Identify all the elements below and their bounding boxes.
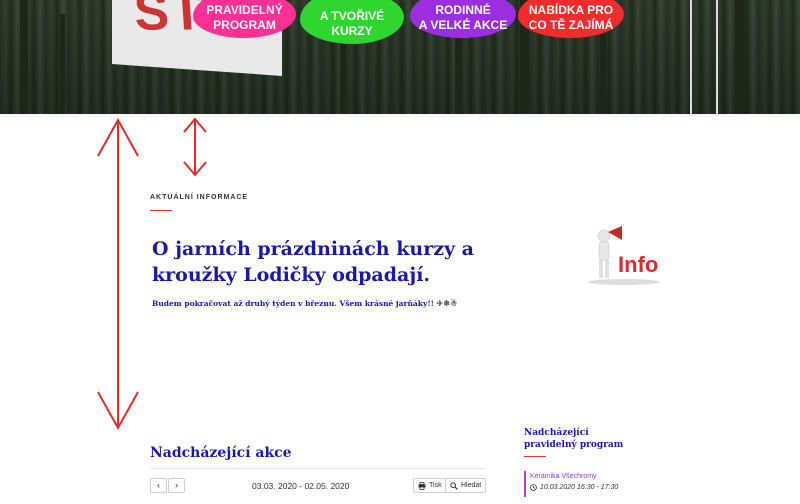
- program-underline: [524, 456, 546, 457]
- menu-line: PROGRAM: [213, 18, 276, 32]
- events-heading: Nadcházející akce: [150, 445, 292, 461]
- clock-icon: [530, 484, 537, 491]
- print-button[interactable]: Tisk: [413, 478, 447, 493]
- section-underline: [150, 210, 172, 211]
- menu-creative-courses[interactable]: A TVOŘIVÉ KURZY: [300, 0, 404, 44]
- news-subline: Budem pokračovat až druhý týden v březnu…: [152, 298, 457, 308]
- prev-button[interactable]: ‹: [150, 478, 167, 493]
- search-label: Hledat: [461, 482, 482, 489]
- news-subline-text: Budem pokračovat až druhý týden v březnu…: [152, 299, 434, 308]
- tree-trunk: [340, 34, 346, 114]
- menu-line: A VELKÉ AKCE: [418, 18, 508, 32]
- pole: [690, 0, 692, 114]
- program-item[interactable]: Keramika Všechromy 10.03.2020 16:30 - 17…: [524, 471, 654, 497]
- menu-line: PRAVIDELNÝ: [206, 3, 283, 17]
- program-item-name[interactable]: Keramika Všechromy: [530, 473, 654, 480]
- tree-trunk: [735, 0, 745, 114]
- section-label: AKTUÁLNÍ INFORMACE: [150, 194, 249, 201]
- emoji-icons: ✈❄☃: [436, 298, 458, 308]
- double-arrow-short-icon: [183, 117, 207, 177]
- menu-family-events[interactable]: RODINNÉ A VELKÉ AKCE: [410, 0, 516, 38]
- program-item-time-text: 10.03.2020 16:30 - 17:30: [540, 484, 619, 491]
- menu-line: NABÍDKA PRO: [528, 3, 614, 17]
- program-item-time: 10.03.2020 16:30 - 17:30: [530, 484, 654, 491]
- info-image-text: Info: [618, 252, 658, 277]
- menu-line: CO TĚ ZAJÍMÁ: [528, 18, 614, 32]
- menu-line: RODINNÉ: [435, 3, 491, 17]
- search-icon: [450, 481, 458, 490]
- pole: [716, 0, 718, 114]
- menu-line: KURZY: [331, 24, 373, 38]
- hero-banner: STAN PRAVIDELNÝ PROGRAM A TVOŘIVÉ KURZY …: [0, 0, 800, 114]
- printer-icon: [418, 481, 426, 490]
- date-range: 03.03. 2020 - 02.05. 2020: [252, 481, 350, 491]
- info-image: Info: [588, 226, 660, 285]
- divider: [150, 468, 486, 469]
- print-label: Tisk: [429, 482, 442, 489]
- menu-line: A TVOŘIVÉ: [319, 9, 385, 23]
- news-headline[interactable]: O jarních prázdninách kurzy a kroužky Lo…: [152, 236, 562, 288]
- tree-trunk: [60, 14, 65, 114]
- menu-what-interests-you[interactable]: NABÍDKA PRO CO TĚ ZAJÍMÁ: [518, 0, 624, 38]
- menu-regular-program[interactable]: PRAVIDELNÝ PROGRAM: [193, 0, 296, 38]
- double-arrow-long-icon: [97, 117, 139, 431]
- tree-trunk: [20, 0, 28, 114]
- next-button[interactable]: ›: [168, 478, 185, 493]
- program-heading: Nadcházející pravidelný program: [524, 428, 624, 450]
- search-button[interactable]: Hledat: [445, 478, 487, 493]
